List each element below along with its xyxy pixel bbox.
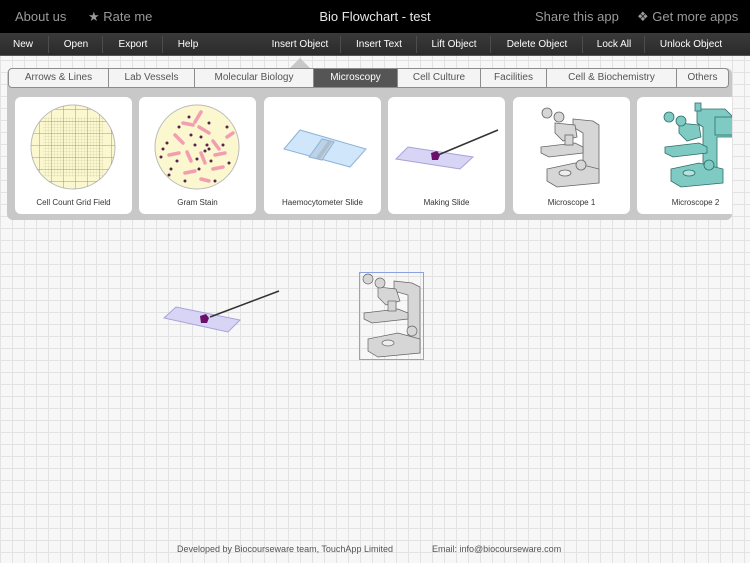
- tab-molecular-biology[interactable]: Molecular Biology: [195, 69, 314, 87]
- canvas-object-making-slide[interactable]: [160, 285, 285, 335]
- developer-credit: Developed by Biocourseware team, TouchAp…: [177, 544, 393, 554]
- menu-delete-object[interactable]: Delete Object: [492, 33, 582, 56]
- card-label: Microscope 1: [547, 198, 596, 207]
- get-more-apps-label: Get more apps: [652, 9, 739, 24]
- menu-separator: [102, 36, 103, 53]
- making-slide-icon: [162, 290, 280, 333]
- making-slide-icon: [394, 129, 499, 170]
- card-label: Gram Stain: [177, 198, 218, 207]
- apps-icon: ❖: [637, 9, 649, 24]
- tab-facilities[interactable]: Facilities: [481, 69, 547, 87]
- card-making-slide[interactable]: Making Slide: [388, 97, 505, 214]
- grid-field-icon: [30, 104, 116, 190]
- menu-separator: [582, 36, 583, 53]
- menu-separator: [340, 36, 341, 53]
- menu-export[interactable]: Export: [104, 33, 162, 56]
- menu-new[interactable]: New: [0, 33, 46, 56]
- card-microscope-2[interactable]: Microscope 2: [637, 97, 732, 214]
- gram-stain-icon: [154, 104, 240, 190]
- menu-separator: [490, 36, 491, 53]
- menu-separator: [162, 36, 163, 53]
- tab-lab-vessels[interactable]: Lab Vessels: [109, 69, 195, 87]
- card-label: Cell Count Grid Field: [36, 198, 111, 207]
- tab-others[interactable]: Others: [677, 69, 728, 87]
- fluorescence-microscope-icon: [663, 102, 732, 188]
- popover-arrow: [290, 58, 310, 68]
- microscope-icon: [540, 107, 600, 188]
- menu-insert-text[interactable]: Insert Text: [342, 33, 416, 56]
- tab-cell-culture[interactable]: Cell Culture: [398, 69, 481, 87]
- contact-email[interactable]: Email: info@biocourseware.com: [432, 544, 561, 554]
- menu-open[interactable]: Open: [50, 33, 102, 56]
- card-label: Haemocytometer Slide: [282, 198, 363, 207]
- card-microscope-1[interactable]: Microscope 1: [513, 97, 630, 214]
- share-app-link[interactable]: Share this app: [535, 9, 619, 24]
- tab-microscopy[interactable]: Microscopy: [314, 69, 398, 87]
- menu-separator: [48, 36, 49, 53]
- card-cell-count-grid-field[interactable]: Cell Count Grid Field: [15, 97, 132, 214]
- top-bar: About us ★ Rate me Bio Flowchart - test …: [0, 0, 750, 33]
- card-label: Microscope 2: [671, 198, 720, 207]
- haemocytometer-slide-icon: [283, 129, 367, 168]
- category-tabs: Arrows & Lines Lab Vessels Molecular Bio…: [8, 68, 729, 88]
- menu-unlock-object[interactable]: Unlock Object: [646, 33, 736, 56]
- tab-cell-biochemistry[interactable]: Cell & Biochemistry: [547, 69, 677, 87]
- menu-separator: [644, 36, 645, 53]
- menu-lift-object[interactable]: Lift Object: [418, 33, 490, 56]
- menu-insert-object[interactable]: Insert Object: [262, 33, 338, 56]
- card-gram-stain[interactable]: Gram Stain: [139, 97, 256, 214]
- document-title: Bio Flowchart - test: [319, 9, 431, 24]
- card-haemocytometer-slide[interactable]: Haemocytometer Slide: [264, 97, 381, 214]
- menu-separator: [416, 36, 417, 53]
- about-us-link[interactable]: About us: [15, 9, 66, 24]
- card-label: Making Slide: [423, 198, 470, 207]
- rate-me-link[interactable]: ★ Rate me: [88, 9, 152, 25]
- menu-help[interactable]: Help: [164, 33, 212, 56]
- menu-lock-all[interactable]: Lock All: [584, 33, 644, 56]
- microscope-icon: [362, 273, 421, 358]
- canvas-object-microscope-1[interactable]: [359, 272, 424, 360]
- tab-arrows-lines[interactable]: Arrows & Lines: [9, 69, 109, 87]
- object-gallery[interactable]: Cell Count Grid Field Gram Stain Haemocy…: [15, 97, 732, 214]
- get-more-apps-link[interactable]: ❖ Get more apps: [637, 9, 738, 25]
- menu-bar: New Open Export Help Insert Object Inser…: [0, 33, 750, 56]
